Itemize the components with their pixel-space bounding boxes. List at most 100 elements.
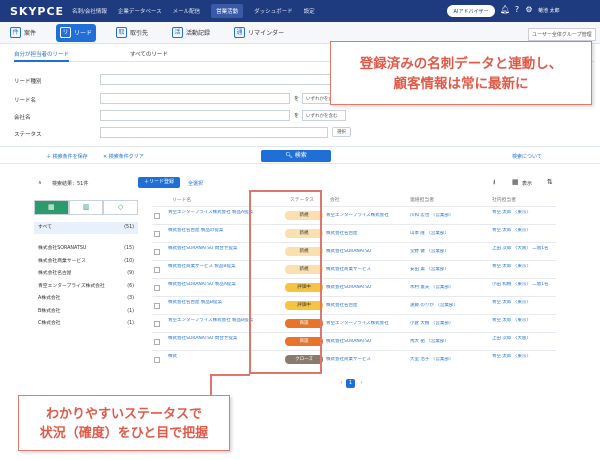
company-link[interactable]: 青空エンタープライズ株式会社 xyxy=(326,321,406,327)
tag-filter-tab[interactable]: ◇ xyxy=(103,200,139,215)
nav-item-dashboard[interactable]: ダッシュボード xyxy=(254,7,293,15)
page-1-button[interactable]: 1 xyxy=(346,379,355,388)
nav-item-sales-activity[interactable]: 営業活動 xyxy=(211,4,244,18)
status-field[interactable] xyxy=(100,127,328,138)
nav-item-mail[interactable]: メール配信 xyxy=(173,7,201,15)
ai-advisor-button[interactable]: AIアドバイザー xyxy=(447,5,495,17)
owner-link[interactable]: 青空 太郎 〈東京〉 xyxy=(492,264,554,270)
module-tab-leads[interactable]: リリード xyxy=(56,23,97,42)
owner-link[interactable]: 青空 太郎 〈東京〉 xyxy=(492,228,554,234)
display-toggle[interactable]: 表示 xyxy=(522,180,532,187)
lead-name-link[interactable]: 株式会社名古屋 製品B提案 xyxy=(168,300,260,306)
lead-name-field[interactable] xyxy=(100,93,290,104)
contact-link[interactable]: 馬大 祐 〈営業部〉 xyxy=(410,339,488,345)
owner-link[interactable]: 上田 次郎 〈大阪〉 二階1名 xyxy=(492,246,554,252)
lead-name-link[interactable]: 株式会社商業サービス 製品B提案 xyxy=(168,264,260,270)
contact-link[interactable]: 堂野 健 〈営業部〉 xyxy=(410,249,488,255)
group-management-button[interactable]: ユーザー全体グループ管理 xyxy=(528,28,596,41)
contact-link[interactable]: 山本 隆 〈営業部〉 xyxy=(410,231,488,237)
row-checkbox[interactable] xyxy=(154,249,160,255)
table-row[interactable]: 株式会社SORANATSU 問合せ提案 商談 株式会社SORANATSU 馬大 祐 〈… xyxy=(152,332,556,350)
row-checkbox[interactable] xyxy=(154,213,160,219)
company-match-select[interactable]: いずれかを含む xyxy=(302,110,346,121)
company-link[interactable]: 株式会社名古屋 xyxy=(326,303,406,309)
nav-item-settings[interactable]: 設定 xyxy=(304,7,315,15)
table-row[interactable]: 青空エンタープライズ株式会社 製品A提案 新規 青空エンタープライズ株式会社 川和 宏… xyxy=(152,206,556,224)
lead-name-link[interactable]: 株式会社SORANATSU 問合せ提案 xyxy=(168,246,260,252)
owner-link[interactable]: 上田 次郎 〈大阪〉 xyxy=(492,336,554,342)
contact-link[interactable]: 遠藤 のりか 〈営業部〉 xyxy=(410,303,488,309)
search-help-link[interactable]: 検索について xyxy=(512,153,542,160)
owner-link[interactable]: 青空 太郎 〈東京〉 xyxy=(492,354,554,360)
help-icon[interactable]: ? xyxy=(512,5,522,15)
module-tab-reminders[interactable]: 通リマインダー xyxy=(230,24,288,42)
gear-icon[interactable]: ⚙ xyxy=(524,5,534,15)
search-button[interactable]: 🔍︎ 検索 xyxy=(261,150,331,162)
table-row[interactable]: 株式会社商業サービス 製品B提案 新規 株式会社商業サービス 安田 薫 〈営業部〉 青空… xyxy=(152,260,556,278)
user-menu[interactable]: 菊池 太郎 xyxy=(538,7,560,14)
nav-item-card-company[interactable]: 名刺/会社情報 xyxy=(72,7,107,15)
contact-link[interactable]: 川和 宏也 〈営業部〉 xyxy=(410,213,488,219)
collapse-chevron-icon[interactable]: ∧ xyxy=(38,180,42,186)
filter-item[interactable]: A株式会社 (3) xyxy=(34,293,138,305)
module-tab-deals[interactable]: 件案件 xyxy=(6,24,40,42)
download-icon[interactable]: ⭳ xyxy=(493,178,495,189)
row-checkbox[interactable] xyxy=(154,303,160,309)
grid-view-icon[interactable]: ▦ xyxy=(512,178,519,186)
filter-item[interactable]: B株式会社 (1) xyxy=(34,306,138,318)
contact-link[interactable]: 小倉 大樹 〈営業部〉 xyxy=(410,321,488,327)
filter-item[interactable]: 株式会社名古屋 (9) xyxy=(34,268,138,280)
table-row[interactable]: 株式 クローズ 株式会社商業サービス 大室 治子 〈営業部〉 青空 太郎 〈東京〉 xyxy=(152,350,556,368)
prev-page-button[interactable]: ‹ xyxy=(337,379,346,388)
table-row[interactable]: 青空エンタープライズ株式会社 製品B提案 商談 青空エンタープライズ株式会社 小倉 大… xyxy=(152,314,556,332)
lead-name-link[interactable]: 株式会社SORANATSU 製品A提案 xyxy=(168,282,260,288)
bell-icon[interactable]: 🔔︎ xyxy=(500,5,510,15)
row-checkbox[interactable] xyxy=(154,231,160,237)
app-logo[interactable]: SKYPCE xyxy=(10,5,72,18)
lead-register-button[interactable]: ＋リード登録 xyxy=(138,177,180,188)
save-search-link[interactable]: ＋ 検索条件を保存 xyxy=(46,153,88,160)
filter-item[interactable]: C株式会社 (1) xyxy=(34,318,138,330)
company-field[interactable] xyxy=(100,110,290,121)
company-link[interactable]: 株式会社SORANATSU xyxy=(326,285,406,291)
owner-link[interactable]: 青空 太郎 〈東京〉 xyxy=(492,210,554,216)
company-link[interactable]: 株式会社SORANATSU xyxy=(326,339,406,345)
filter-item[interactable]: 株式会社商業サービス (10) xyxy=(34,256,138,268)
module-tab-accounts[interactable]: 取取引先 xyxy=(112,24,152,42)
owner-link[interactable]: 青空 太郎 〈東京〉 xyxy=(492,300,554,306)
row-checkbox[interactable] xyxy=(154,321,160,327)
contact-link[interactable]: 木村 憲夫 〈営業部〉 xyxy=(410,285,488,291)
nav-item-company-db[interactable]: 企業データベース xyxy=(118,7,162,15)
lead-name-link[interactable]: 株式会社名古屋 製品の提案 xyxy=(168,228,260,234)
owner-link[interactable]: 青空 太郎 〈東京〉 xyxy=(492,318,554,324)
lead-name-link[interactable]: 青空エンタープライズ株式会社 製品B提案 xyxy=(168,318,260,324)
row-checkbox[interactable] xyxy=(154,339,160,345)
table-row[interactable]: 株式会社SORANATSU 製品A提案 評価中 株式会社SORANATSU 木村 憲夫… xyxy=(152,278,556,296)
select-all-link[interactable]: 全選択 xyxy=(188,180,203,187)
lead-name-link[interactable]: 株式会社SORANATSU 問合せ提案 xyxy=(168,336,260,342)
sort-icon[interactable]: ⇅ xyxy=(547,178,553,186)
owner-link[interactable]: 小田 和樹 〈東京〉 二階1名 xyxy=(492,282,554,288)
column-header-contact[interactable]: 連絡担当者 xyxy=(410,196,434,203)
chart-filter-tab[interactable]: ▥ xyxy=(68,200,104,215)
company-link[interactable]: 青空エンタープライズ株式会社 xyxy=(326,213,406,219)
lead-name-link[interactable]: 青空エンタープライズ株式会社 製品A提案 xyxy=(168,210,260,216)
company-link[interactable]: 株式会社商業サービス xyxy=(326,357,406,363)
row-checkbox[interactable] xyxy=(154,285,160,291)
filter-item[interactable]: すべて (51) xyxy=(34,222,138,234)
column-header-owner[interactable]: 社内担当者 xyxy=(492,196,516,203)
status-select-button[interactable]: 選択 xyxy=(332,127,351,137)
company-filter-tab[interactable]: ▦ xyxy=(34,200,69,215)
tab-all-leads[interactable]: すべてのリード xyxy=(130,50,168,62)
column-header-lead-name[interactable]: リード名 xyxy=(172,196,191,203)
filter-item[interactable]: 株式会社SORANATSU (15) xyxy=(34,243,138,255)
filter-item[interactable]: 青空エンタープライズ株式会社 (6) xyxy=(34,281,138,293)
clear-search-link[interactable]: ✕ 検索条件クリア xyxy=(103,153,144,160)
lead-name-link[interactable]: 株式 xyxy=(168,354,260,360)
table-row[interactable]: 株式会社名古屋 製品の提案 新規 株式会社名古屋 山本 隆 〈営業部〉 青空 太郎 〈東… xyxy=(152,224,556,242)
company-link[interactable]: 株式会社商業サービス xyxy=(326,267,406,273)
table-row[interactable]: 株式会社名古屋 製品B提案 評価中 株式会社名古屋 遠藤 のりか 〈営業部〉 青空 太郎… xyxy=(152,296,556,314)
row-checkbox[interactable] xyxy=(154,267,160,273)
company-link[interactable]: 株式会社SORANATSU xyxy=(326,249,406,255)
lead-type-field[interactable] xyxy=(100,74,336,85)
